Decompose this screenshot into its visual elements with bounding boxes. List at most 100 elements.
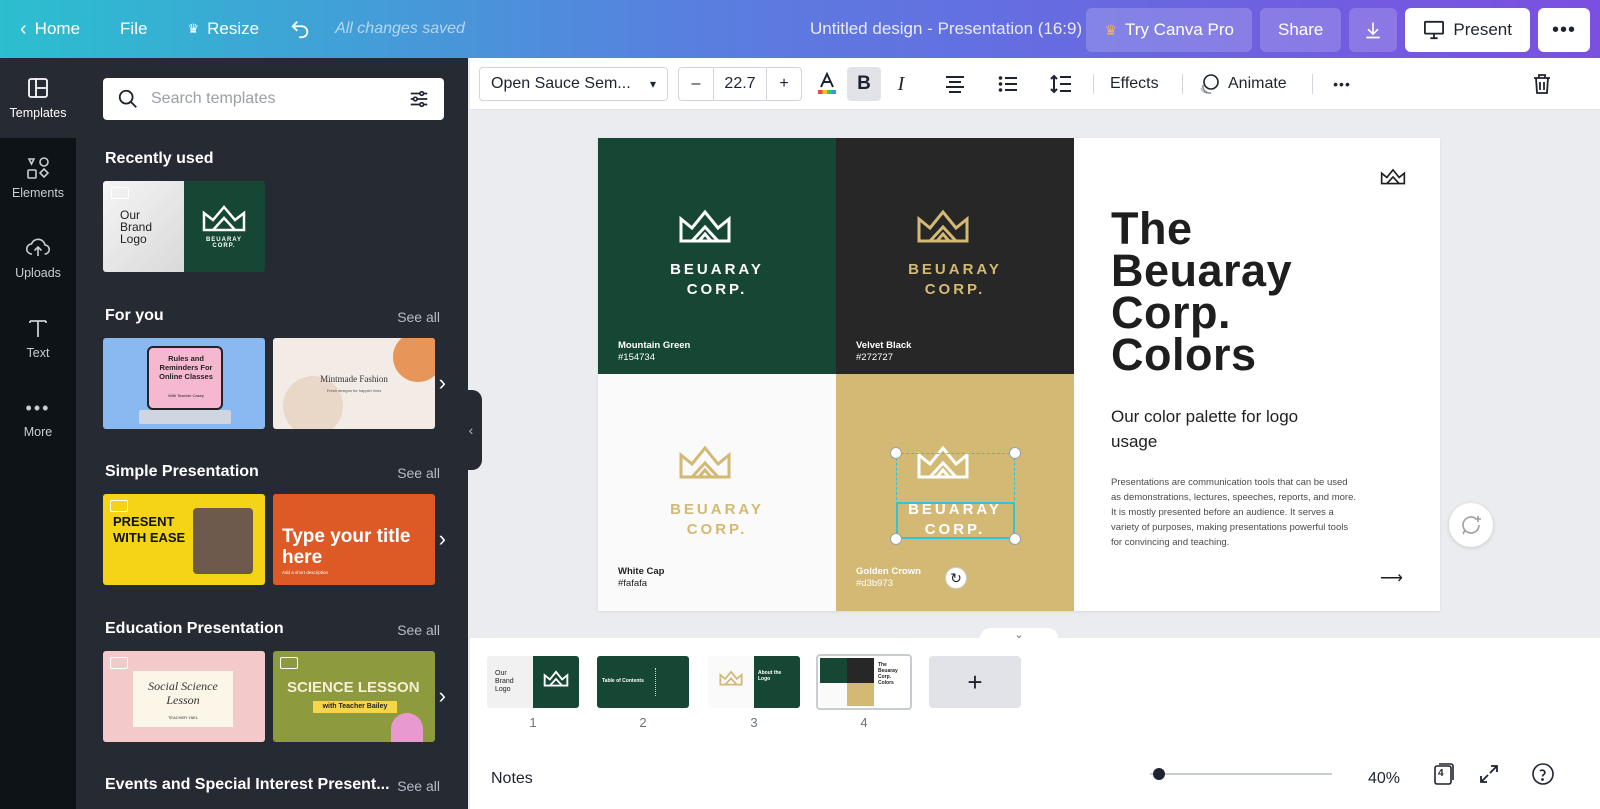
recent-template-thumb[interactable]: Our Brand Logo BEUARAY CORP. <box>103 181 265 272</box>
page-thumb-4-selected[interactable]: The Beuaray Corp. Colors <box>816 654 912 710</box>
thumb-title: SCIENCE LESSON <box>287 679 420 696</box>
italic-button[interactable]: I <box>884 67 918 101</box>
rail-item-elements[interactable]: Elements <box>0 138 76 218</box>
see-all-link[interactable]: See all <box>397 465 440 481</box>
rail-item-templates[interactable]: Templates <box>0 58 76 138</box>
chevron-down-icon: ⌄ <box>1014 629 1024 641</box>
slide-canvas[interactable]: BEUARAY CORP. Mountain Green #154734 BEUA… <box>598 138 1440 611</box>
more-tools-button[interactable]: ••• <box>1325 67 1359 101</box>
delete-button[interactable] <box>1525 67 1559 101</box>
increase-size-button[interactable]: + <box>767 68 801 100</box>
rotate-handle[interactable]: ↻ <box>945 567 967 589</box>
crown-logo-icon <box>719 670 743 686</box>
template-thumb[interactable]: Rules and Reminders For Online Classes W… <box>103 338 265 429</box>
color-swatch-velvet-black[interactable]: BEUARAY CORP. Velvet Black #272727 <box>836 138 1074 374</box>
color-hex: #d3b973 <box>856 578 893 589</box>
help-button[interactable] <box>1531 762 1555 786</box>
see-all-link[interactable]: See all <box>397 622 440 638</box>
zoom-slider-track[interactable] <box>1150 773 1332 775</box>
template-thumb[interactable]: PRESENT WITH EASE <box>103 494 265 585</box>
thumb-sub: Add a short description <box>282 570 329 575</box>
template-thumb[interactable]: Type your title here Add a short descrip… <box>273 494 435 585</box>
chevron-right-icon[interactable]: › <box>439 683 446 709</box>
more-options-button[interactable]: ••• <box>1537 8 1590 52</box>
file-menu-button[interactable]: File <box>100 0 167 58</box>
crown-icon: ♛ <box>1104 21 1118 38</box>
animate-button[interactable]: Animate <box>1198 67 1287 101</box>
page-thumb-2[interactable]: Table of Contents <box>597 656 689 708</box>
slide-title[interactable]: The Beuaray Corp. Colors <box>1111 206 1292 377</box>
decrease-size-button[interactable]: – <box>679 68 713 100</box>
slide-body-text[interactable]: Presentations are communication tools th… <box>1111 475 1356 550</box>
thumb-title: Type your title here <box>282 526 411 568</box>
text-color-button[interactable] <box>810 67 844 101</box>
text-icon <box>29 320 47 337</box>
color-swatch-mountain-green[interactable]: BEUARAY CORP. Mountain Green #154734 <box>598 138 836 374</box>
home-label: Home <box>34 19 81 38</box>
rail-label: Templates <box>9 106 67 120</box>
try-pro-button[interactable]: ♛ Try Canva Pro <box>1086 8 1253 52</box>
thumb-text: Our Brand Logo <box>120 208 153 246</box>
resize-handle[interactable] <box>1009 447 1021 459</box>
present-button[interactable]: Present <box>1405 8 1530 52</box>
page-thumb-3[interactable]: About the Logo <box>708 656 800 708</box>
align-center-icon <box>946 76 964 93</box>
chevron-right-icon[interactable]: › <box>439 370 446 396</box>
cloud-upload-icon <box>25 238 51 256</box>
resize-handle[interactable] <box>890 533 902 545</box>
rail-item-uploads[interactable]: Uploads <box>0 218 76 298</box>
search-box[interactable] <box>103 78 444 120</box>
see-all-link[interactable]: See all <box>397 778 440 794</box>
fullscreen-button[interactable] <box>1477 762 1501 786</box>
template-thumb[interactable]: Mintmade Fashion Fresh designs for happi… <box>273 338 435 429</box>
align-button[interactable] <box>938 67 972 101</box>
home-button[interactable]: ‹ Home <box>16 0 100 58</box>
spacing-button[interactable] <box>1044 67 1078 101</box>
present-icon <box>1424 20 1445 40</box>
collapse-panel-button[interactable]: ‹ <box>460 390 482 470</box>
help-icon <box>1532 763 1554 785</box>
effects-button[interactable]: Effects <box>1110 67 1159 101</box>
chevron-right-icon[interactable]: › <box>439 526 446 552</box>
logo-text: BEUARAY CORP. <box>670 261 764 298</box>
notes-button[interactable]: Notes <box>491 770 533 788</box>
share-button[interactable]: Share <box>1260 8 1342 52</box>
chevron-left-icon: ‹ <box>20 17 27 40</box>
template-thumb[interactable]: Social Science Lesson TEACHER YAEL <box>103 651 265 742</box>
list-button[interactable] <box>991 67 1025 101</box>
text-selection-box[interactable] <box>896 502 1015 539</box>
rail-item-more[interactable]: ••• More <box>0 378 76 458</box>
color-swatch-white-cap[interactable]: BEUARAY CORP. White Cap #fafafa <box>598 374 836 611</box>
see-all-link[interactable]: See all <box>397 309 440 325</box>
template-thumb[interactable]: SCIENCE LESSON with Teacher Bailey <box>273 651 435 742</box>
resize-handle[interactable] <box>1009 533 1021 545</box>
document-title[interactable]: Untitled design - Presentation (16:9) <box>810 19 1082 39</box>
add-page-button[interactable]: + <box>929 656 1021 708</box>
slide-subtitle[interactable]: Our color palette for logo usage <box>1111 404 1311 454</box>
crown-logo-icon <box>679 209 731 243</box>
page-count-button[interactable]: 4 <box>1431 762 1455 786</box>
section-title-events: Events and Special Interest Present... <box>105 776 390 793</box>
bold-button[interactable]: B <box>847 67 881 101</box>
thumb-title: Table of Contents <box>602 678 644 684</box>
font-family-dropdown[interactable]: Open Sauce Sem... ▾ <box>479 67 668 101</box>
rotate-icon: ↻ <box>950 569 962 586</box>
undo-button[interactable] <box>279 0 321 58</box>
bullet-list-icon <box>998 76 1017 92</box>
filter-icon[interactable] <box>408 88 430 110</box>
zoom-level[interactable]: 40% <box>1368 770 1400 788</box>
download-button[interactable] <box>1349 8 1398 52</box>
rail-item-text[interactable]: Text <box>0 298 76 378</box>
page-count: 4 <box>1438 768 1444 779</box>
add-comment-button[interactable] <box>1449 503 1493 547</box>
collapse-pages-button[interactable]: ⌄ <box>980 628 1058 642</box>
search-input[interactable] <box>151 90 396 108</box>
effects-label: Effects <box>1110 75 1159 92</box>
top-bar: ‹ Home File ♛ Resize All changes saved U… <box>0 0 1600 58</box>
page-thumb-1[interactable]: Our Brand Logo <box>487 656 579 708</box>
zoom-slider-knob[interactable] <box>1153 768 1165 780</box>
resize-button[interactable]: ♛ Resize <box>167 0 279 58</box>
resize-handle[interactable] <box>890 447 902 459</box>
thumb-title: Social Science Lesson <box>148 679 218 707</box>
font-size-input[interactable]: 22.7 <box>713 68 767 100</box>
